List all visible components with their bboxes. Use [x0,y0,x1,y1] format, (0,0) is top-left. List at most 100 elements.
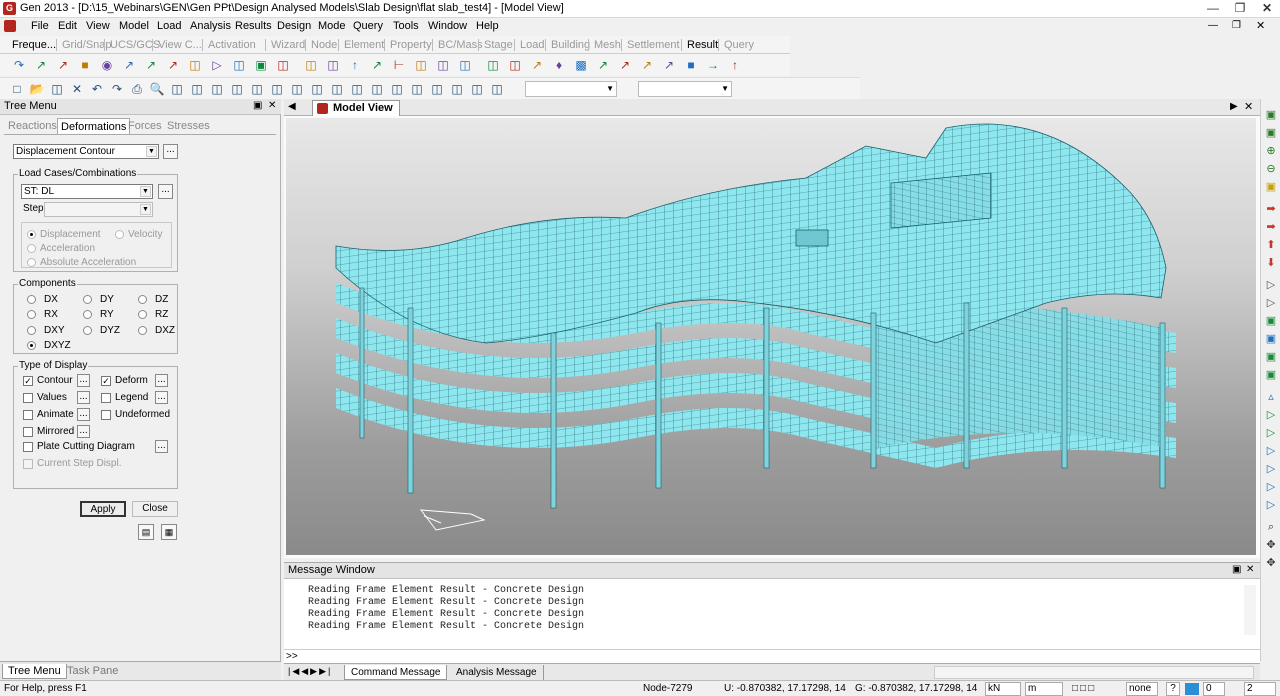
checkbox-mirrored[interactable] [23,427,33,437]
result-tool-2-icon[interactable]: ↗ [32,54,50,76]
view-tool-24-icon[interactable]: ✥ [1264,539,1278,552]
menu-mode[interactable]: Mode [314,19,350,34]
result-tool-19-icon[interactable]: ◫ [412,54,430,76]
apply-button[interactable]: Apply [80,501,126,517]
filter-dropdown[interactable]: ▼ [638,81,732,97]
checkbox-values[interactable] [23,393,33,403]
view-close-icon[interactable]: ✕ [1244,100,1253,113]
force-unit-select[interactable]: kN [985,682,1021,696]
save-icon[interactable]: ▦ [161,524,177,540]
menu-help[interactable]: Help [472,19,503,34]
menu-design[interactable]: Design [273,19,315,34]
result-tool-23-icon[interactable]: ◫ [506,54,524,76]
radio-acceleration[interactable] [27,244,36,253]
length-unit-select[interactable]: m [1025,682,1063,696]
view-tool-17-icon[interactable]: ▷ [1264,409,1278,422]
result-tool-13-icon[interactable]: ◫ [274,54,292,76]
std-tool-9-icon[interactable]: ◫ [168,78,186,100]
zero-field[interactable]: 0 [1203,682,1225,696]
checkbox-undeformed[interactable] [101,410,111,420]
std-tool-22-icon[interactable]: ◫ [428,78,446,100]
view-tool-5-icon[interactable]: ▣ [1264,181,1278,194]
tab-scroll-left-icon[interactable]: ◀ [288,101,296,112]
std-tool-24-icon[interactable]: ◫ [468,78,486,100]
view-tool-13-icon[interactable]: ▣ [1264,333,1278,346]
pin-icon[interactable]: ▣ [253,100,262,111]
result-tool-17-icon[interactable]: ↗ [368,54,386,76]
menu-results[interactable]: Results [231,19,276,34]
view-tool-10-icon[interactable]: ▷ [1264,279,1278,292]
result-tool-8-icon[interactable]: ↗ [164,54,182,76]
option-settings-button[interactable]: ... [155,374,168,387]
result-tool-14-icon[interactable]: ◫ [302,54,320,76]
std-tool-10-icon[interactable]: ◫ [188,78,206,100]
radio-dx[interactable] [27,295,36,304]
std-tool-23-icon[interactable]: ◫ [448,78,466,100]
ribbon-tab-query[interactable]: Query [721,38,757,52]
std-tool-7-icon[interactable]: ⎙ [128,78,146,100]
tab-task-pane[interactable]: Task Pane [62,664,123,679]
ribbon-tab-settlement[interactable]: Settlement [624,38,683,52]
menu-edit[interactable]: Edit [54,19,81,34]
tab-scroll-right-icon[interactable]: ▶ [1230,101,1238,112]
ribbon-tab-stage[interactable]: Stage [481,38,516,52]
checkbox-plate-cutting-diagram[interactable] [23,442,33,452]
std-tool-4-icon[interactable]: ✕ [68,78,86,100]
tab-command-message[interactable]: Command Message [344,665,448,680]
checkbox-legend[interactable] [101,393,111,403]
option-settings-button[interactable]: ... [77,391,90,404]
view-tool-18-icon[interactable]: ▷ [1264,427,1278,440]
result-tool-18-icon[interactable]: ⊢ [390,54,408,76]
result-tool-32-icon[interactable]: → [704,54,722,76]
result-tool-3-icon[interactable]: ↗ [54,54,72,76]
tab-tree-menu[interactable]: Tree Menu [2,664,67,679]
ribbon-tab-mesh[interactable]: Mesh [591,38,624,52]
tab-analysis-message[interactable]: Analysis Message [450,665,544,680]
document-icon[interactable] [4,20,16,32]
selection-dropdown[interactable]: ▼ [525,81,617,97]
result-tool-10-icon[interactable]: ▷ [208,54,226,76]
menu-window[interactable]: Window [424,19,471,34]
horizontal-scrollbar[interactable] [934,666,1254,679]
result-type-select[interactable]: Displacement Contour ▼ [13,144,159,159]
std-tool-5-icon[interactable]: ↶ [88,78,106,100]
checkbox-deform[interactable]: ✓ [101,376,111,386]
result-tool-11-icon[interactable]: ◫ [230,54,248,76]
view-tool-7-icon[interactable]: ➡ [1264,221,1278,234]
radio-dxz[interactable] [138,326,147,335]
view-tool-21-icon[interactable]: ▷ [1264,481,1278,494]
result-tool-1-icon[interactable]: ↷ [10,54,28,76]
result-tool-29-icon[interactable]: ↗ [638,54,656,76]
precision-select[interactable]: none [1126,682,1158,696]
menu-query[interactable]: Query [349,19,387,34]
ribbon-tab-property[interactable]: Property [387,38,435,52]
view-tool-19-icon[interactable]: ▷ [1264,445,1278,458]
ribbon-tab-view-c[interactable]: View C... [155,38,205,52]
result-tool-27-icon[interactable]: ↗ [594,54,612,76]
tab-model-view[interactable]: Model View [312,100,400,116]
result-tool-30-icon[interactable]: ↗ [660,54,678,76]
radio-dxy[interactable] [27,326,36,335]
std-tool-20-icon[interactable]: ◫ [388,78,406,100]
view-tool-9-icon[interactable]: ⬇ [1264,257,1278,270]
std-tool-6-icon[interactable]: ↷ [108,78,126,100]
view-tool-20-icon[interactable]: ▷ [1264,463,1278,476]
radio-absolute-acceleration[interactable] [27,258,36,267]
result-tool-6-icon[interactable]: ↗ [120,54,138,76]
checkbox-animate[interactable] [23,410,33,420]
child-restore-icon[interactable]: ❐ [1232,20,1241,31]
option-settings-button[interactable]: ... [77,374,90,387]
command-input[interactable]: >> [284,649,1260,663]
checkbox-current-step-displ[interactable] [23,459,33,469]
step-select[interactable]: ▼ [44,202,153,217]
std-tool-25-icon[interactable]: ◫ [488,78,506,100]
result-tool-33-icon[interactable]: ↑ [726,54,744,76]
tab-stresses[interactable]: Stresses [164,118,213,134]
radio-displacement[interactable] [27,230,36,239]
message-close-icon[interactable]: ✕ [1246,564,1254,575]
message-scrollbar[interactable] [1244,585,1256,635]
message-pin-icon[interactable]: ▣ [1232,564,1241,575]
view-tool-22-icon[interactable]: ▷ [1264,499,1278,512]
view-tool-2-icon[interactable]: ▣ [1264,127,1278,140]
help-button[interactable]: ? [1166,682,1180,696]
